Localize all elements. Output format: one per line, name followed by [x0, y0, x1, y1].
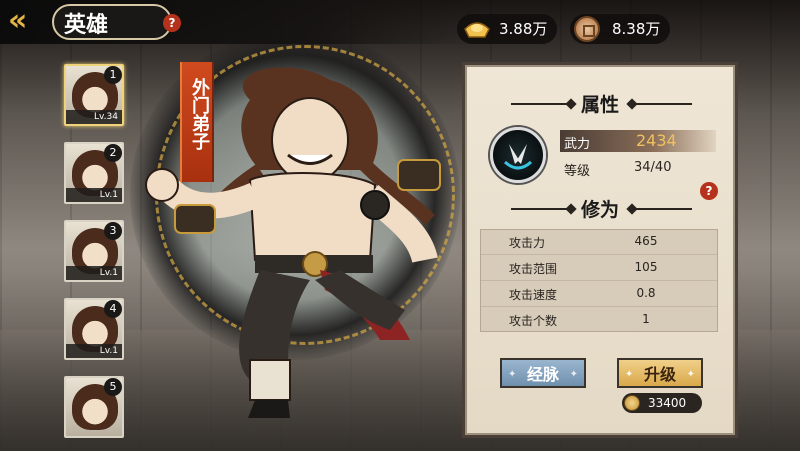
level-value: 34/40 — [634, 160, 672, 175]
sparkle-icon: ✦ — [508, 369, 517, 380]
copper-coin-icon — [574, 16, 600, 42]
hero-level: Lv.1 — [66, 266, 122, 280]
weapon-emblem-icon — [490, 127, 546, 183]
martial-value: 2434 — [636, 131, 677, 150]
hero-card-1[interactable]: 1 Lv.34 — [64, 64, 124, 126]
upgrade-button-label: 升级 — [643, 365, 676, 384]
martial-label: 武力 — [564, 137, 591, 152]
stat-row: 攻击范围 105 — [481, 256, 717, 281]
gold-currency[interactable]: 3.88万 — [457, 14, 557, 44]
hero-card-2[interactable]: 2 Lv.1 — [64, 142, 124, 204]
hero-card-3[interactable]: 3 Lv.1 — [64, 220, 124, 282]
back-arrow-icon: « — [8, 3, 28, 38]
upgrade-button[interactable]: ✦ 升级 ✦ — [617, 358, 703, 388]
stat-row: 攻击个数 1 — [481, 308, 717, 333]
sparkle-icon: ✦ — [569, 369, 578, 380]
stat-value: 465 — [634, 234, 658, 248]
stat-row: 攻击速度 0.8 — [481, 282, 717, 307]
gold-coin-icon — [624, 395, 640, 411]
hero-level: Lv.1 — [66, 188, 122, 202]
attributes-help-button[interactable]: ? — [700, 182, 718, 200]
hero-name: 外门弟子 — [189, 78, 210, 150]
hero-number: 1 — [104, 66, 122, 84]
hero-level: Lv.1 — [66, 344, 122, 358]
hero-number: 2 — [104, 144, 122, 162]
stat-value: 1 — [642, 312, 650, 326]
cultivation-stats-table: 攻击力 465 攻击范围 105 攻击速度 0.8 攻击个数 1 — [480, 229, 718, 332]
hero-number: 4 — [104, 300, 122, 318]
stat-row: 攻击力 465 — [481, 230, 717, 255]
page-title: 英雄 — [64, 13, 109, 38]
help-button[interactable]: ? — [163, 14, 181, 32]
stat-name: 攻击速度 — [509, 288, 558, 302]
gold-amount: 3.88万 — [499, 20, 548, 38]
sparkle-icon: ✦ — [686, 369, 695, 380]
stat-name: 攻击力 — [509, 236, 546, 250]
stat-value: 105 — [634, 260, 658, 274]
hero-number: 3 — [104, 222, 122, 240]
crossed-blades-icon — [503, 144, 533, 170]
meridian-button[interactable]: ✦ 经脉 ✦ — [500, 358, 586, 388]
coin-currency[interactable]: 8.38万 — [570, 14, 670, 44]
stat-value: 0.8 — [636, 286, 656, 300]
attributes-title: 属性 — [580, 94, 619, 116]
stat-name: 攻击个数 — [509, 314, 558, 328]
hero-card-4[interactable]: 4 Lv.1 — [64, 298, 124, 360]
back-button[interactable]: « — [8, 6, 48, 38]
upgrade-cost-value: 33400 — [648, 396, 687, 410]
stat-name: 攻击范围 — [509, 262, 558, 276]
meridian-button-label: 经脉 — [526, 365, 559, 384]
gold-ingot-icon — [464, 22, 490, 38]
hero-level: Lv.34 — [66, 110, 122, 124]
upgrade-cost: 33400 — [622, 393, 702, 413]
hero-card-5[interactable]: 5 — [64, 376, 124, 438]
cultivation-title: 修为 — [580, 199, 619, 221]
coin-amount: 8.38万 — [612, 20, 661, 38]
sparkle-icon: ✦ — [625, 369, 634, 380]
level-label: 等级 — [564, 164, 591, 179]
hero-list: 1 Lv.34 2 Lv.1 3 Lv.1 4 Lv.1 5 — [60, 60, 132, 451]
hero-number: 5 — [104, 378, 122, 396]
